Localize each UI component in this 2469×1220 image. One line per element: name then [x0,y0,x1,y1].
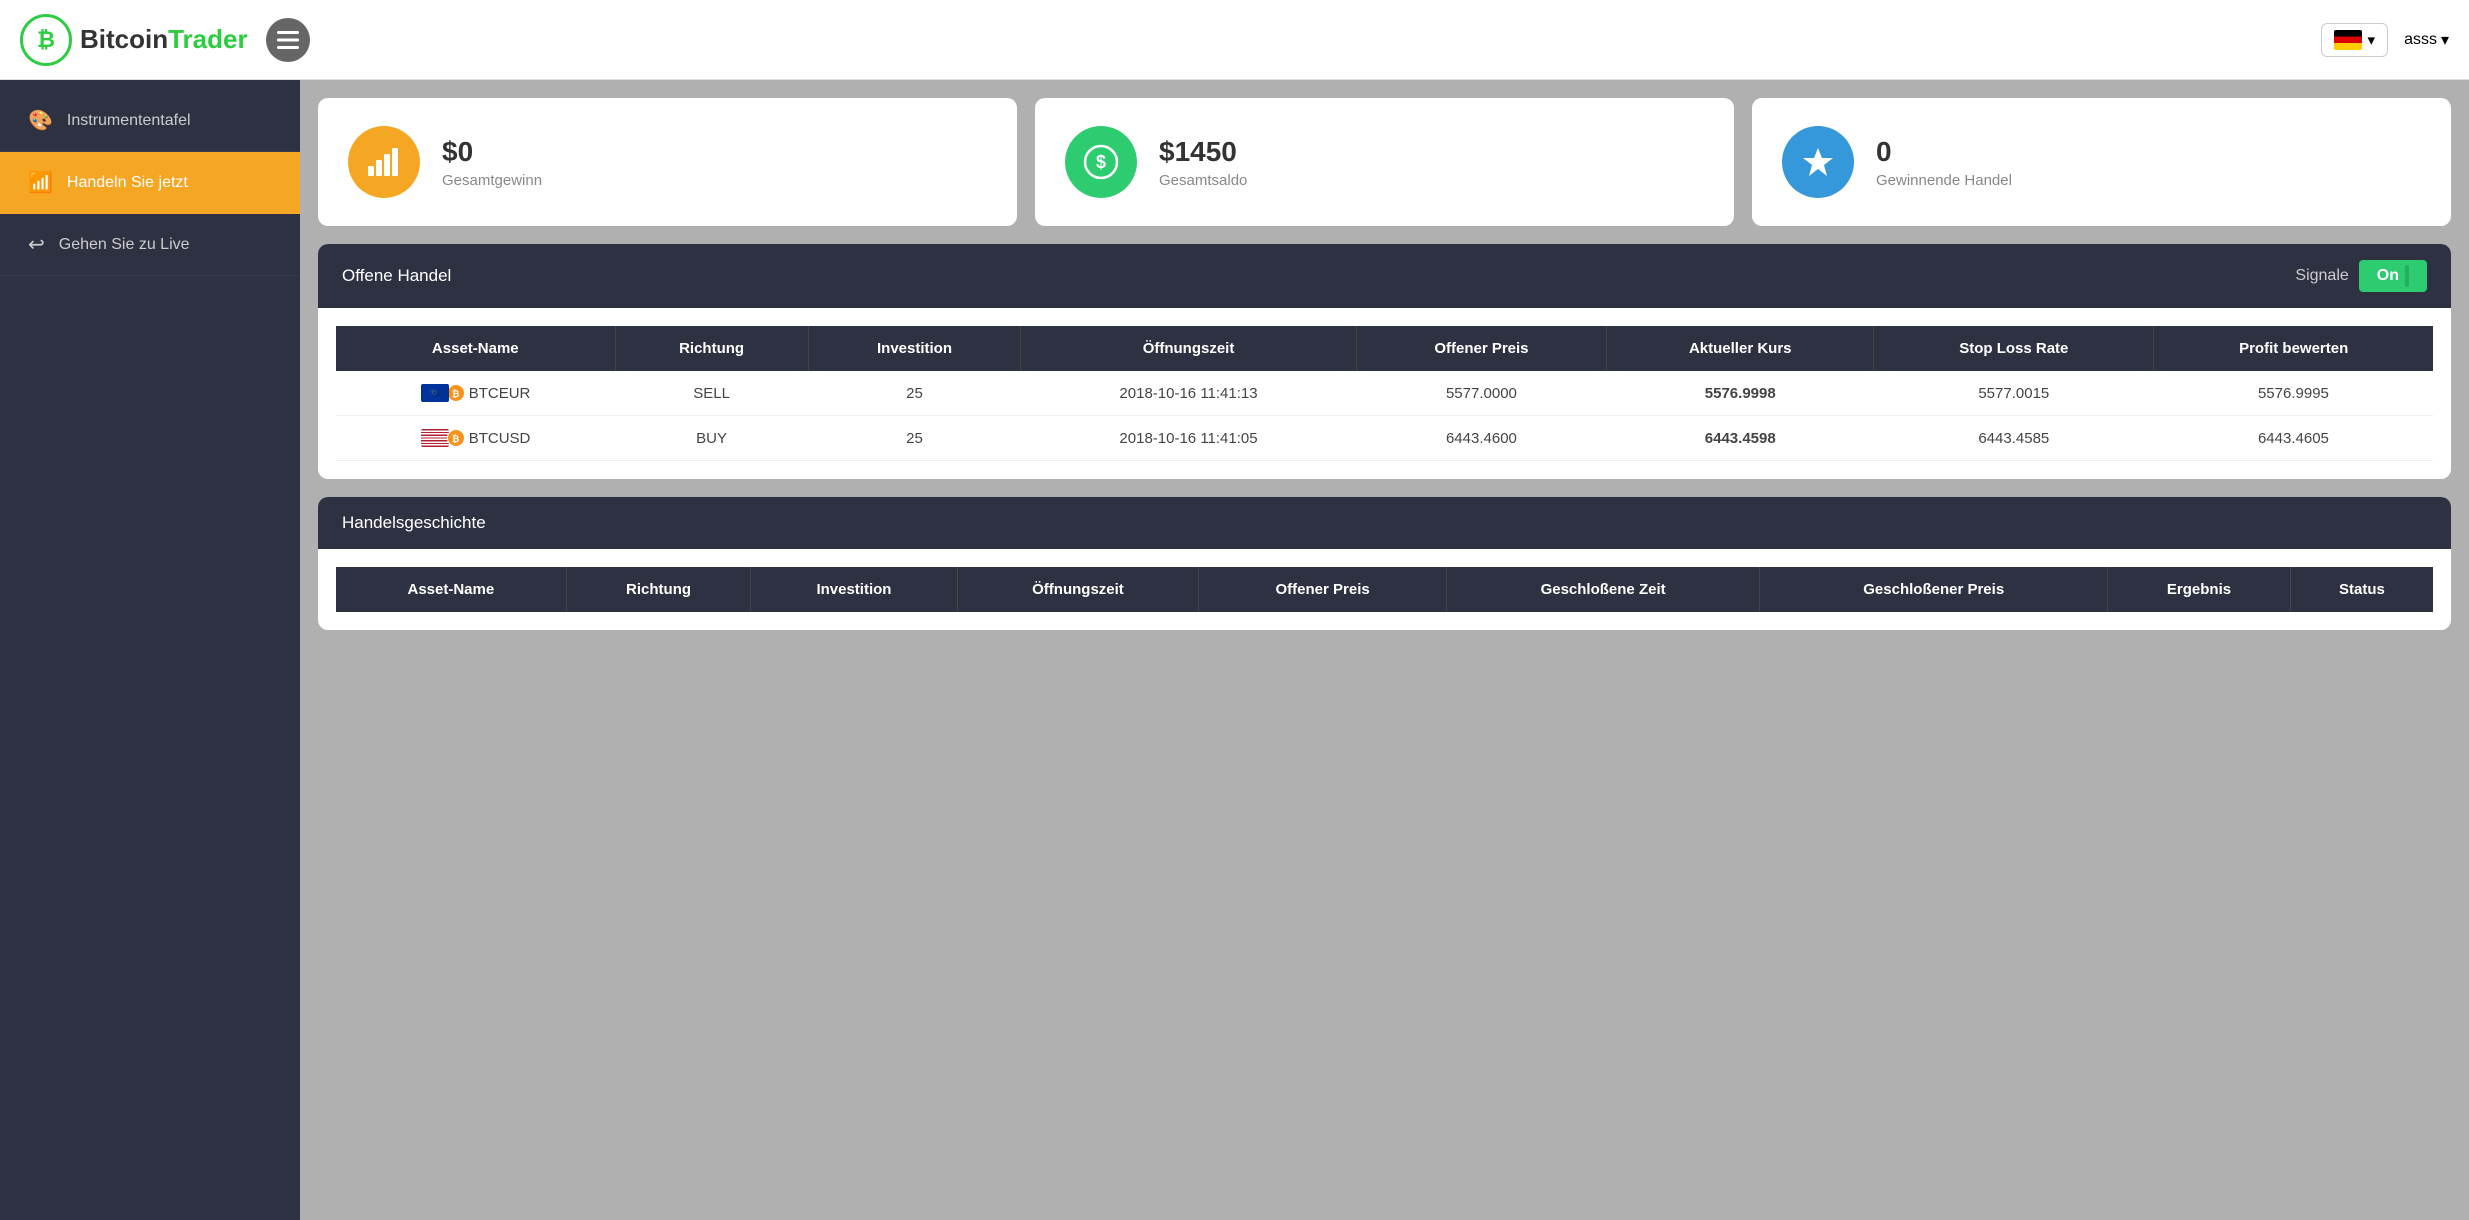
content: $0 Gesamtgewinn $ $1450 Gesamtsaldo [300,80,2469,1220]
table-row: 🇪🇺 ₿ BTCEUR SELL 25 2018-10-16 11:41:13 … [336,371,2433,416]
current-rate-cell: 5576.9998 [1607,371,1874,416]
asset-name-cell: 🇪🇺 ₿ BTCEUR [336,371,615,416]
asset-name-cell: ₿ BTCUSD [336,416,615,461]
flag-de-icon [2334,30,2362,50]
open-trades-title: Offene Handel [342,266,451,286]
stop-loss-cell: 5577.0015 [1874,371,2154,416]
h-col-close-time: Geschloßene Zeit [1446,567,1760,612]
main-layout: 🎨 Instrumententafel 📶 Handeln Sie jetzt … [0,80,2469,1220]
direction-cell: SELL [615,371,808,416]
language-selector[interactable]: ▾ [2321,23,2389,57]
logo-icon: ₿ [20,14,72,66]
investment-cell: 25 [808,416,1021,461]
logo: ₿ BitcoinTrader [20,14,248,66]
header: ₿ BitcoinTrader ▾ asss ▾ [0,0,2469,80]
dashboard-icon: 🎨 [28,108,53,133]
open-price-cell: 6443.4600 [1356,416,1607,461]
profit-value: $0 [442,136,542,168]
profit-label: Gesamtgewinn [442,172,542,189]
trade-icon: 📶 [28,170,53,195]
balance-label: Gesamtsaldo [1159,172,1247,189]
open-trades-header-row: Asset-Name Richtung Investition Öffnungs… [336,326,2433,371]
balance-value: $1450 [1159,136,1247,168]
trades-info: 0 Gewinnende Handel [1876,136,2012,189]
stat-card-balance: $ $1450 Gesamtsaldo [1035,98,1734,226]
open-time-cell: 2018-10-16 11:41:05 [1021,416,1356,461]
sidebar-item-trade[interactable]: 📶 Handeln Sie jetzt [0,152,300,214]
svg-text:$: $ [1096,152,1106,172]
trade-history-title: Handelsgeschichte [342,513,486,533]
signals-toggle-button[interactable]: On [2359,260,2427,292]
signals-toggle: Signale On [2295,260,2427,292]
h-col-open-price: Offener Preis [1199,567,1446,612]
profit-cell: 6443.4605 [2154,416,2433,461]
profit-cell: 5576.9995 [2154,371,2433,416]
trade-history-table: Asset-Name Richtung Investition Öffnungs… [336,567,2433,612]
open-trades-panel: Offene Handel Signale On Asset-Name Rich… [318,244,2451,479]
stats-row: $0 Gesamtgewinn $ $1450 Gesamtsaldo [318,98,2451,226]
h-col-investment: Investition [751,567,957,612]
open-trades-header: Offene Handel Signale On [318,244,2451,308]
stop-loss-cell: 6443.4585 [1874,416,2154,461]
col-profit: Profit bewerten [2154,326,2433,371]
open-trades-table-container: Asset-Name Richtung Investition Öffnungs… [318,308,2451,479]
lang-chevron: ▾ [2368,31,2376,49]
trade-history-header: Handelsgeschichte [318,497,2451,549]
logo-text: BitcoinTrader [80,24,248,55]
trade-history-panel: Handelsgeschichte Asset-Name Richtung In… [318,497,2451,630]
sidebar-item-live[interactable]: ↩ Gehen Sie zu Live [0,214,300,276]
live-icon: ↩ [28,232,45,257]
col-open-time: Öffnungszeit [1021,326,1356,371]
sidebar-item-label: Handeln Sie jetzt [67,174,188,192]
open-price-cell: 5577.0000 [1356,371,1607,416]
profit-icon [348,126,420,198]
history-header-row: Asset-Name Richtung Investition Öffnungs… [336,567,2433,612]
sidebar: 🎨 Instrumententafel 📶 Handeln Sie jetzt … [0,80,300,1220]
profit-info: $0 Gesamtgewinn [442,136,542,189]
balance-info: $1450 Gesamtsaldo [1159,136,1247,189]
col-investment: Investition [808,326,1021,371]
trades-icon [1782,126,1854,198]
col-direction: Richtung [615,326,808,371]
user-name: asss [2404,31,2437,49]
direction-cell: BUY [615,416,808,461]
investment-cell: 25 [808,371,1021,416]
col-asset: Asset-Name [336,326,615,371]
trades-value: 0 [1876,136,2012,168]
user-menu[interactable]: asss ▾ [2404,30,2449,50]
h-col-status: Status [2290,567,2433,612]
h-col-result: Ergebnis [2108,567,2291,612]
toggle-line [2405,265,2409,287]
h-col-direction: Richtung [566,567,751,612]
user-chevron: ▾ [2441,30,2449,50]
menu-button[interactable] [266,18,310,62]
open-trades-table: Asset-Name Richtung Investition Öffnungs… [336,326,2433,461]
h-col-close-price: Geschloßener Preis [1760,567,2108,612]
sidebar-item-label: Instrumententafel [67,112,191,130]
col-current-rate: Aktueller Kurs [1607,326,1874,371]
stat-card-profit: $0 Gesamtgewinn [318,98,1017,226]
open-time-cell: 2018-10-16 11:41:13 [1021,371,1356,416]
balance-icon: $ [1065,126,1137,198]
stat-card-trades: 0 Gewinnende Handel [1752,98,2451,226]
current-rate-cell: 6443.4598 [1607,416,1874,461]
col-open-price: Offener Preis [1356,326,1607,371]
sidebar-item-dashboard[interactable]: 🎨 Instrumententafel [0,90,300,152]
trades-label: Gewinnende Handel [1876,172,2012,189]
col-stop-loss: Stop Loss Rate [1874,326,2154,371]
sidebar-item-label: Gehen Sie zu Live [59,236,190,254]
table-row: ₿ BTCUSD BUY 25 2018-10-16 11:41:05 6443… [336,416,2433,461]
header-right: ▾ asss ▾ [2321,23,2449,57]
trade-history-table-container: Asset-Name Richtung Investition Öffnungs… [318,549,2451,630]
h-col-asset: Asset-Name [336,567,566,612]
signals-label: Signale [2295,267,2348,285]
h-col-open-time: Öffnungszeit [957,567,1199,612]
